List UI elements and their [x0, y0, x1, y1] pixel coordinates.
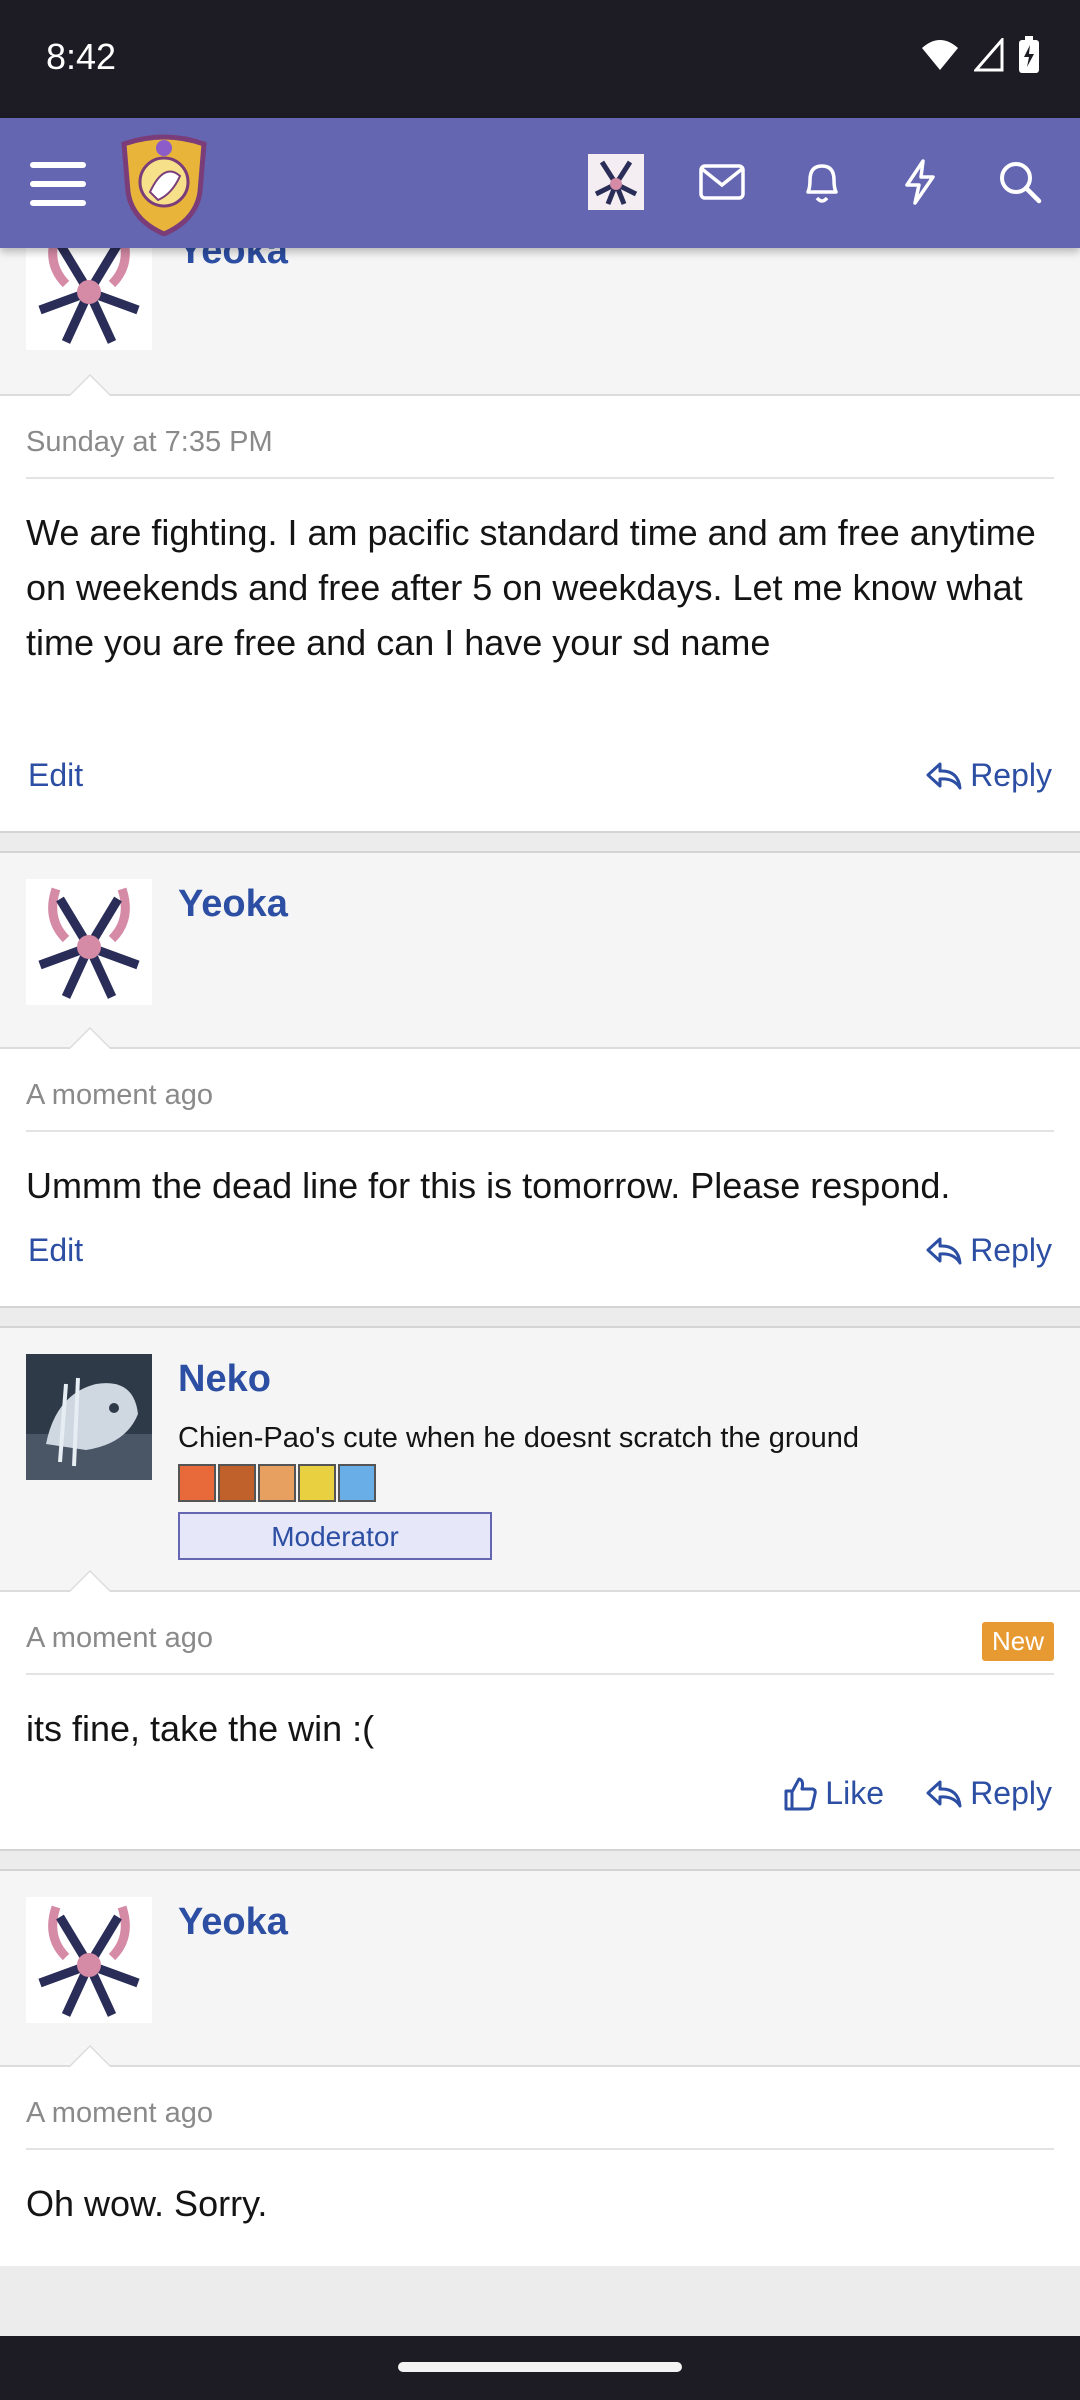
post-body: A moment ago Oh wow. Sorry. — [0, 2067, 1080, 2266]
post-actions: Edit Reply — [26, 1214, 1054, 1306]
user-avatar[interactable] — [26, 1897, 152, 2023]
post-actions: Like Reply — [26, 1757, 1054, 1849]
user-avatar[interactable] — [586, 152, 646, 212]
moderator-badge: Moderator — [178, 1512, 492, 1560]
reply-icon — [926, 1237, 962, 1264]
battery-charging-icon — [1019, 36, 1039, 73]
reply-button[interactable]: Reply — [926, 1232, 1052, 1269]
thumbs-up-icon — [784, 1777, 818, 1810]
user-avatar[interactable] — [26, 879, 152, 1005]
post-username[interactable]: Yeoka — [178, 1901, 288, 1944]
post-pointer — [68, 1027, 112, 1049]
bell-icon[interactable] — [792, 152, 852, 212]
post-separator — [0, 1306, 1080, 1328]
post-timestamp[interactable]: A moment ago New — [26, 1592, 1054, 1675]
post-username[interactable]: Yeoka — [178, 883, 288, 926]
reply-icon — [926, 762, 962, 789]
reply-label: Reply — [970, 1775, 1052, 1811]
post-user-header: Neko Chien-Pao's cute when he doesnt scr… — [0, 1328, 1080, 1592]
post-message: its fine, take the win :( — [26, 1708, 375, 1749]
post-timestamp[interactable]: A moment ago — [26, 1049, 1054, 1132]
post-message: We are fighting. I am pacific standard t… — [26, 512, 1036, 663]
post-body: Sunday at 7:35 PM We are fighting. I am … — [0, 396, 1080, 831]
like-button[interactable]: Like — [783, 1775, 884, 1812]
post-pointer — [68, 1570, 112, 1592]
post-separator — [0, 1849, 1080, 1871]
post-message: Ummm the dead line for this is tomorrow.… — [26, 1165, 951, 1206]
thread-content: Yeoka Sunday at 7:35 PM We are fighting.… — [0, 224, 1080, 2266]
user-title: Chien-Pao's cute when he doesnt scratch … — [178, 1422, 860, 1454]
post-pointer — [68, 2045, 112, 2067]
envelope-icon[interactable] — [692, 152, 752, 212]
post: Yeoka Sunday at 7:35 PM We are fighting.… — [0, 224, 1080, 831]
user-trophy-badges — [178, 1464, 376, 1502]
new-badge: New — [981, 1622, 1054, 1661]
reply-button[interactable]: Reply — [926, 1775, 1052, 1812]
post-actions: Edit Reply — [26, 739, 1054, 831]
like-label: Like — [825, 1775, 884, 1811]
timestamp-text: A moment ago — [26, 1622, 213, 1654]
navigation-gesture-bar — [0, 2336, 1080, 2400]
post-user-header: Yeoka — [0, 853, 1080, 1049]
lightning-icon[interactable] — [890, 152, 950, 212]
wifi-icon — [922, 40, 958, 70]
status-time: 8:42 — [46, 36, 117, 77]
post-timestamp[interactable]: A moment ago — [26, 2067, 1054, 2150]
site-logo[interactable] — [118, 132, 210, 236]
reply-label: Reply — [970, 1232, 1052, 1268]
post-body: A moment ago Ummm the dead line for this… — [0, 1049, 1080, 1306]
post-user-header: Yeoka — [0, 224, 1080, 396]
post: Yeoka A moment ago Ummm the dead line fo… — [0, 853, 1080, 1306]
post-username[interactable]: Neko — [178, 1358, 271, 1401]
post-pointer — [68, 374, 112, 396]
post-timestamp[interactable]: Sunday at 7:35 PM — [26, 396, 1054, 479]
search-icon[interactable] — [990, 152, 1050, 212]
post: Neko Chien-Pao's cute when he doesnt scr… — [0, 1328, 1080, 1849]
reply-button[interactable]: Reply — [926, 757, 1052, 794]
fire-type-badge — [178, 1464, 216, 1502]
post-separator — [0, 831, 1080, 853]
signal-icon — [974, 38, 1004, 72]
water-type-badge — [338, 1464, 376, 1502]
post-body: A moment ago New its fine, take the win … — [0, 1592, 1080, 1849]
hamburger-menu-icon[interactable] — [30, 156, 86, 212]
post-message: Oh wow. Sorry. — [26, 2183, 268, 2224]
ground-type-badge — [258, 1464, 296, 1502]
status-bar: 8:42 — [0, 0, 1080, 118]
post-user-header: Yeoka — [0, 1871, 1080, 2067]
home-handle[interactable] — [398, 2362, 682, 2372]
top-nav-bar — [0, 118, 1080, 248]
reply-icon — [926, 1780, 962, 1807]
reply-label: Reply — [970, 757, 1052, 793]
status-icons — [920, 36, 1040, 74]
post: Yeoka A moment ago Oh wow. Sorry. — [0, 1871, 1080, 2266]
user-avatar[interactable] — [26, 1354, 152, 1480]
edit-link[interactable]: Edit — [28, 757, 83, 794]
electric-type-badge — [298, 1464, 336, 1502]
fighting-type-badge — [218, 1464, 256, 1502]
edit-link[interactable]: Edit — [28, 1232, 83, 1269]
